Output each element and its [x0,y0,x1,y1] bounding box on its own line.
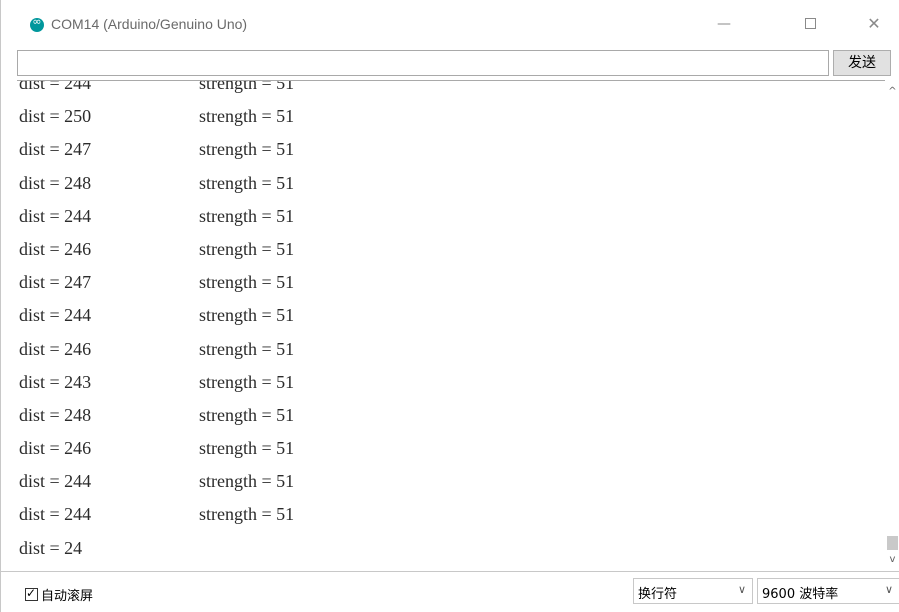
dist-value: dist = 24 [19,537,83,558]
line-ending-value: 换行符 [638,587,678,602]
strength-value: strength = 51 [199,438,295,459]
dist-value: dist = 246 [19,438,92,459]
dist-value: dist = 247 [19,272,92,293]
strength-value: strength = 51 [199,504,295,525]
output-line: dist = 243 strength = 51 [19,366,294,399]
serial-monitor-window: COM14 (Arduino/Genuino Uno) — ✕ 发送 dist … [0,0,899,612]
strength-value: strength = 51 [199,139,295,160]
strength-value: strength = 51 [199,272,295,293]
send-input[interactable] [17,50,829,76]
output-line: dist = 247 strength = 51 [19,133,294,166]
baud-rate-select[interactable]: 9600 波特率 ∨ [757,578,899,604]
arduino-icon [30,15,44,32]
strength-value: strength = 51 [199,238,295,259]
window-title: COM14 (Arduino/Genuino Uno) [51,16,248,32]
dist-value: dist = 250 [19,106,92,127]
scroll-thumb[interactable] [887,536,898,550]
vertical-scrollbar[interactable]: ^ v [885,80,899,570]
strength-value: strength = 51 [199,106,295,127]
output-line: dist = 244 strength = 51 [19,465,294,498]
output-line: dist = 248 strength = 51 [19,167,294,200]
dist-value: dist = 246 [19,338,92,359]
strength-value: strength = 51 [199,172,295,193]
baud-rate-value: 9600 波特率 [762,587,839,602]
strength-value: strength = 51 [199,404,295,425]
chevron-down-icon: ∨ [884,583,893,596]
status-bar: 自动滚屏 换行符 ∨ 9600 波特率 ∨ [1,571,899,612]
output-line: dist = 248 strength = 51 [19,399,294,432]
dist-value: dist = 244 [19,305,92,326]
output-line: dist = 250 strength = 51 [19,100,294,133]
strength-value: strength = 51 [199,371,295,392]
scroll-up-arrow-icon[interactable]: ^ [885,86,899,97]
dist-value: dist = 248 [19,404,92,425]
dist-value: dist = 244 [19,504,92,525]
strength-value: strength = 51 [199,471,295,492]
strength-value: strength = 51 [199,305,295,326]
dist-value: dist = 246 [19,238,92,259]
output-line: dist = 246 strength = 51 [19,233,294,266]
output-line: dist = 246 strength = 51 [19,333,294,366]
output-line: dist = 244 strength = 51 [19,498,294,531]
autoscroll-label: 自动滚屏 [41,589,94,604]
output-line: dist = 247 strength = 51 [19,266,294,299]
line-ending-select[interactable]: 换行符 ∨ [633,578,753,604]
close-button[interactable]: ✕ [859,12,889,36]
output-line: dist = 246 strength = 51 [19,432,294,465]
send-button[interactable]: 发送 [833,50,891,76]
chevron-down-icon: ∨ [737,583,746,596]
serial-output[interactable]: dist = 244 strength = 51 dist = 250 strengt… [17,80,885,570]
strength-value: strength = 51 [199,80,295,93]
dist-value: dist = 244 [19,80,92,93]
scroll-down-arrow-icon[interactable]: v [885,554,899,565]
minimize-button[interactable]: — [709,12,739,36]
autoscroll-toggle[interactable]: 自动滚屏 [25,585,93,604]
dist-value: dist = 244 [19,205,92,226]
autoscroll-checkbox[interactable] [25,586,38,601]
title-bar: COM14 (Arduino/Genuino Uno) — ✕ [1,0,899,50]
output-line: dist = 244 strength = 51 [19,200,294,233]
output-lines: dist = 244 strength = 51 dist = 250 strengt… [19,80,295,565]
output-line: dist = 244 strength = 51 [19,80,295,100]
strength-value: strength = 51 [199,338,295,359]
strength-value: strength = 51 [199,205,295,226]
dist-value: dist = 248 [19,172,92,193]
output-line: dist = 244 strength = 51 [19,299,294,332]
maximize-button[interactable] [796,12,826,36]
output-line: dist = 24 [19,532,294,565]
dist-value: dist = 247 [19,139,92,160]
dist-value: dist = 243 [19,371,92,392]
dist-value: dist = 244 [19,471,92,492]
